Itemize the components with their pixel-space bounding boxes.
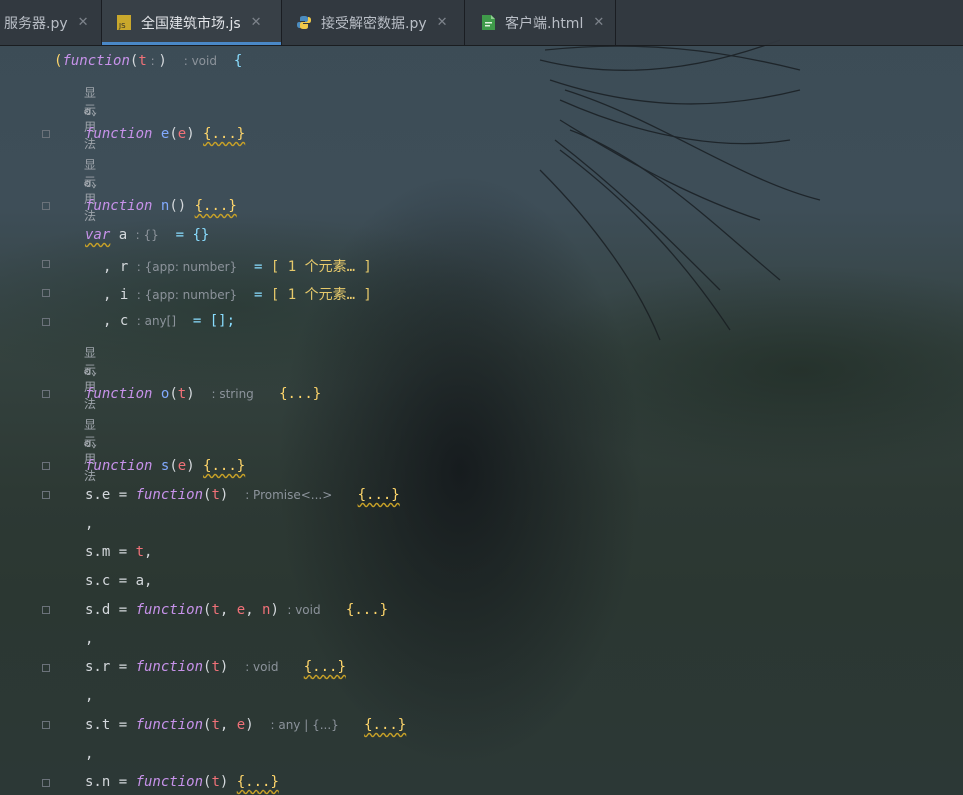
javascript-file-icon: JS <box>116 15 132 30</box>
code-line-function-s: function s(e) {...} <box>85 458 246 474</box>
code-line-var-c: , c : any[] = []; <box>103 313 236 329</box>
python-file-icon <box>296 15 312 30</box>
tab-label: 服务器.py <box>4 15 68 32</box>
code-line-function-n: function n() {...} <box>85 198 237 214</box>
folded-code-block[interactable]: {...} <box>203 126 245 142</box>
close-icon[interactable]: ✕ <box>78 15 89 30</box>
fold-marker-icon[interactable] <box>42 721 50 729</box>
settings-cog-icon[interactable]: ⚙⌄ <box>84 177 97 190</box>
settings-cog-icon[interactable]: ⚙⌄ <box>84 365 97 378</box>
code-line-s-t: s.t = function(t, e) : any | {...} {...} <box>85 717 407 733</box>
code-line-function-o: function o(t) : string {...} <box>85 386 322 402</box>
settings-cog-icon[interactable]: ⚙⌄ <box>84 105 97 118</box>
folded-code-block[interactable]: {...} <box>195 198 237 214</box>
tab-server-py[interactable]: 服务器.py ✕ <box>0 0 101 45</box>
settings-cog-icon[interactable]: ⚙⌄ <box>84 437 97 450</box>
folded-code-block[interactable]: {...} <box>237 774 279 790</box>
code-line-function-e: function e(e) {...} <box>85 126 246 142</box>
code-line-comma: , <box>85 688 94 704</box>
close-icon[interactable]: ✕ <box>251 15 262 30</box>
code-line-s-d: s.d = function(t, e, n) : void {...} <box>85 602 389 618</box>
code-line-var-r: , r : {app: number} = [ 1 个元素… ] <box>103 259 372 275</box>
folded-code-block[interactable]: {...} <box>203 458 245 474</box>
fold-marker-icon[interactable] <box>42 606 50 614</box>
fold-marker-icon[interactable] <box>42 664 50 672</box>
tab-label: 全国建筑市场.js <box>141 15 241 32</box>
svg-text:JS: JS <box>118 22 126 30</box>
tab-national-building-market-js[interactable]: JS 全国建筑市场.js ✕ <box>102 0 281 45</box>
fold-marker-icon[interactable] <box>42 491 50 499</box>
folded-code-block[interactable]: {...} <box>304 659 346 675</box>
fold-marker-icon[interactable] <box>42 289 50 297</box>
code-line-comma: , <box>85 631 94 647</box>
code-line-s-m: s.m = t, <box>85 544 153 560</box>
code-line-s-e: s.e = function(t) : Promise<...> {...} <box>85 487 400 503</box>
code-line-s-n: s.n = function(t) {...} <box>85 774 279 790</box>
code-line-iife: (function(t : ) : void { <box>54 53 243 69</box>
fold-marker-icon[interactable] <box>42 130 50 138</box>
html-file-icon <box>480 15 496 30</box>
tab-divider <box>615 0 616 45</box>
close-icon[interactable]: ✕ <box>437 15 448 30</box>
fold-marker-icon[interactable] <box>42 260 50 268</box>
fold-marker-icon[interactable] <box>42 390 50 398</box>
code-line-s-r: s.r = function(t) : void {...} <box>85 659 346 675</box>
tab-receive-decrypted-data-py[interactable]: 接受解密数据.py ✕ <box>282 0 464 45</box>
code-line-s-c: s.c = a, <box>85 573 153 589</box>
code-line-comma: , <box>85 516 94 532</box>
fold-marker-icon[interactable] <box>42 779 50 787</box>
fold-marker-icon[interactable] <box>42 462 50 470</box>
code-line-comma: , <box>85 746 94 762</box>
folded-code-block[interactable]: {...} <box>364 717 406 733</box>
close-icon[interactable]: ✕ <box>593 15 604 30</box>
folded-code-block[interactable]: {...} <box>358 487 400 503</box>
tab-client-html[interactable]: 客户端.html ✕ <box>465 0 615 45</box>
fold-marker-icon[interactable] <box>42 318 50 326</box>
code-line-var-a: var a : {} = {} <box>85 227 210 243</box>
code-line-var-i: , i : {app: number} = [ 1 个元素… ] <box>103 287 372 303</box>
fold-marker-icon[interactable] <box>42 202 50 210</box>
tab-label: 接受解密数据.py <box>321 15 427 32</box>
tab-label: 客户端.html <box>505 15 584 32</box>
editor-tab-bar: 服务器.py ✕ JS 全国建筑市场.js ✕ 接受解密数据.py ✕ 客户端.… <box>0 0 963 46</box>
